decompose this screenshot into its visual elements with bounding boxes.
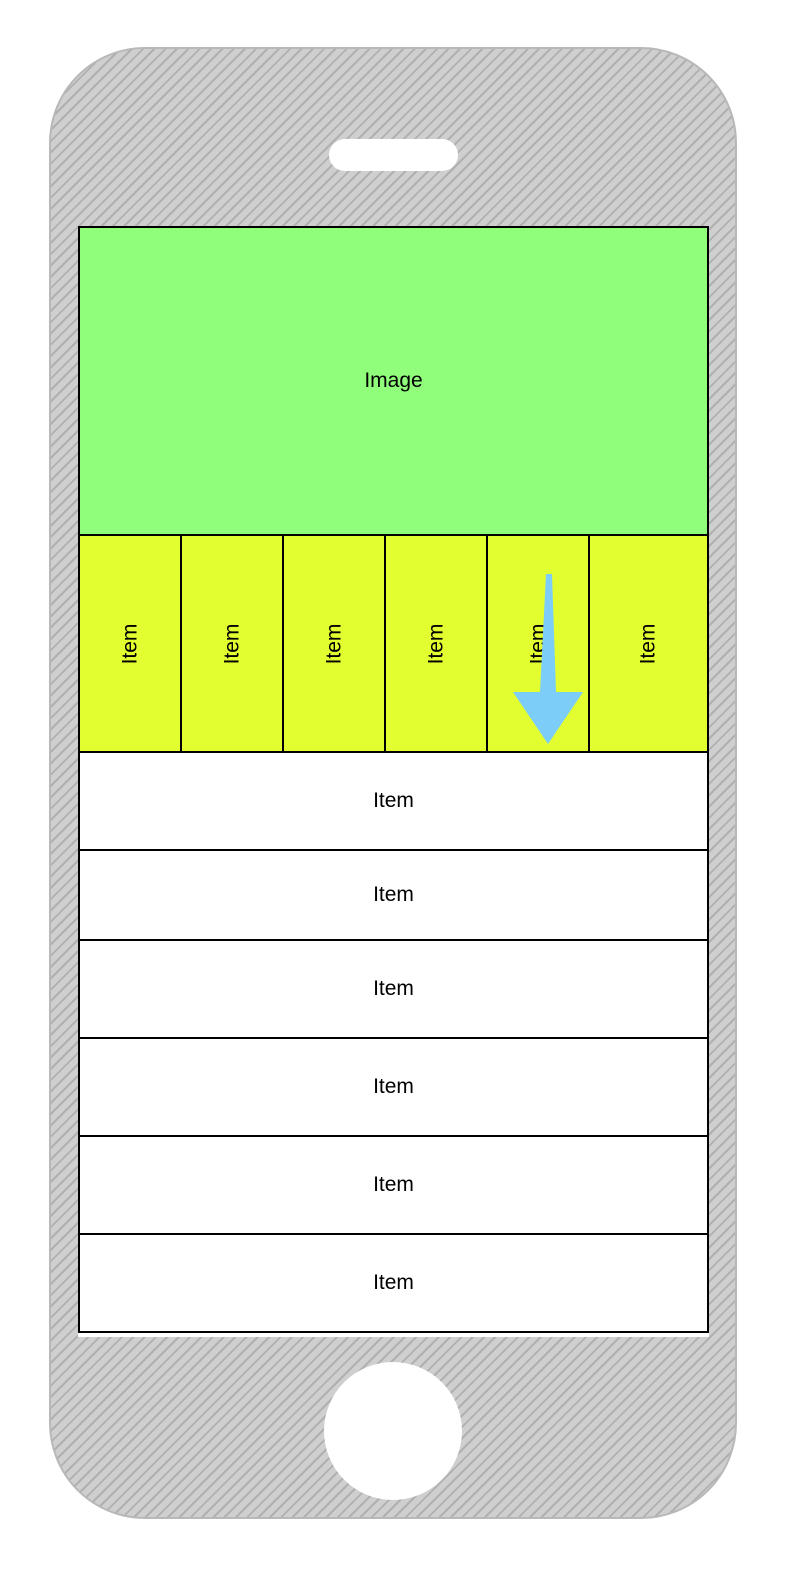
image-label: Image xyxy=(364,369,423,392)
arrow-down-icon xyxy=(513,574,583,744)
list-item-label: Item xyxy=(373,789,414,812)
list-item-label: Item xyxy=(373,1075,414,1098)
tab-item-2[interactable]: Item xyxy=(180,534,284,753)
list-item-label: Item xyxy=(373,977,414,1000)
list-item-label: Item xyxy=(373,883,414,906)
tab-item-label: Item xyxy=(220,623,243,664)
list-item[interactable]: Item xyxy=(78,849,709,941)
tab-item-label: Item xyxy=(322,623,345,664)
list-item[interactable]: Item xyxy=(78,939,709,1039)
item-list: Item Item Item Item Item Item xyxy=(78,751,709,1333)
list-item[interactable]: Item xyxy=(78,1037,709,1137)
phone-screen: Image Item Item Item Item Item Item Item… xyxy=(78,226,709,1337)
tab-item-6[interactable]: Item xyxy=(588,534,709,753)
home-button[interactable] xyxy=(324,1362,462,1500)
tab-item-label: Item xyxy=(636,623,660,664)
tab-item-label: Item xyxy=(424,623,447,664)
list-item[interactable]: Item xyxy=(78,1233,709,1333)
tab-item-1[interactable]: Item xyxy=(78,534,182,753)
list-item[interactable]: Item xyxy=(78,751,709,851)
list-item[interactable]: Item xyxy=(78,1135,709,1235)
tab-item-3[interactable]: Item xyxy=(282,534,386,753)
list-item-label: Item xyxy=(373,1271,414,1294)
tab-item-label: Item xyxy=(118,623,141,664)
tab-item-4[interactable]: Item xyxy=(384,534,488,753)
image-placeholder: Image xyxy=(78,226,709,536)
horizontal-tab-strip: Item Item Item Item Item Item xyxy=(78,534,709,753)
list-item-label: Item xyxy=(373,1173,414,1196)
phone-speaker xyxy=(329,139,458,171)
